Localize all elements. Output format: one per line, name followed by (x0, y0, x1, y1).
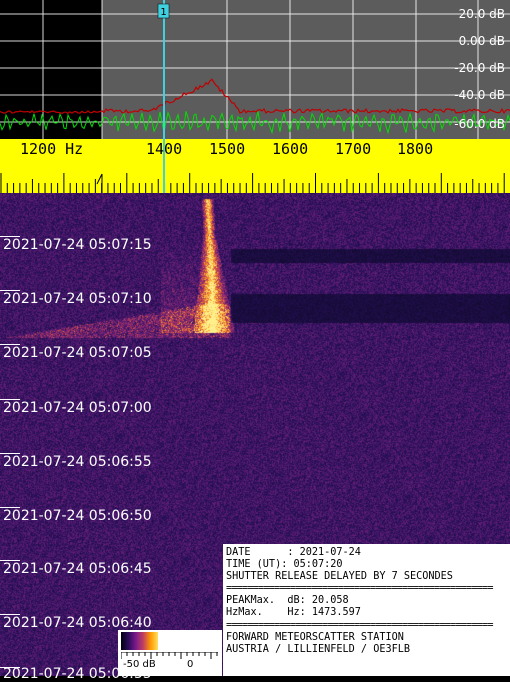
timestamp-label: 2021-07-24 05:07:10 (3, 291, 152, 307)
info-station: FORWARD METEORSCATTER STATION (226, 631, 404, 643)
timestamp-label: 2021-07-24 05:07:15 (3, 237, 152, 253)
spectrum-display[interactable]: 1 20.0 dB 0.00 dB -20.0 dB -40.0 dB -60.… (0, 0, 510, 139)
colorbar-min-label: -50 dB (123, 659, 156, 670)
info-separator: ========================================… (226, 583, 493, 595)
db-label: -60.0 dB (454, 117, 505, 131)
freq-label: 1200 Hz (20, 140, 83, 158)
info-date: DATE : 2021-07-24 (226, 547, 361, 558)
freq-label: 1400 (146, 140, 182, 158)
info-shutter: SHUTTER RELEASE DELAYED BY 7 SECONDES (226, 571, 453, 583)
timestamp-label: 2021-07-24 05:06:55 (3, 454, 152, 470)
frequency-scale[interactable]: 1200 Hz 1400 1500 1600 1700 1800 (0, 139, 510, 193)
info-location: AUSTRIA / LILLIENFELD / OE3FLB (226, 643, 411, 655)
colorbar-gradient (121, 632, 158, 650)
info-peak-hz: HzMax. Hz: 1473.597 (226, 607, 361, 619)
timestamp-label: 2021-07-24 05:07:05 (3, 345, 152, 361)
info-time: TIME (UT): 05:07:20 (226, 559, 343, 571)
timestamp-label: 2021-07-24 05:07:00 (3, 400, 152, 416)
timestamp-label: 2021-07-24 05:06:50 (3, 508, 152, 524)
db-label: -20.0 dB (454, 61, 505, 75)
db-label: 0.00 dB (459, 34, 505, 48)
db-label: -40.0 dB (454, 88, 505, 102)
freq-label: 1700 (335, 140, 371, 158)
frequency-marker[interactable] (163, 0, 165, 139)
freq-label: 1500 (209, 140, 245, 158)
capture-info-panel: DATE : 2021-07-24 TIME (UT): 05:07:20 SH… (223, 544, 510, 676)
info-peak-db: PEAKMax. dB: 20.058 (226, 595, 349, 607)
freq-label: 1800 (397, 140, 433, 158)
colorbar-legend: -50 dB 0 (118, 630, 222, 676)
freq-label: 1600 (272, 140, 308, 158)
timestamp-label: 2021-07-24 05:06:40 (3, 615, 152, 631)
colorbar-max-label: 0 (187, 659, 194, 670)
timestamp-label: 2021-07-24 05:06:45 (3, 561, 152, 577)
db-label: 20.0 dB (459, 7, 505, 21)
info-separator: ========================================… (226, 619, 493, 631)
marker-number: 1 (160, 7, 166, 18)
